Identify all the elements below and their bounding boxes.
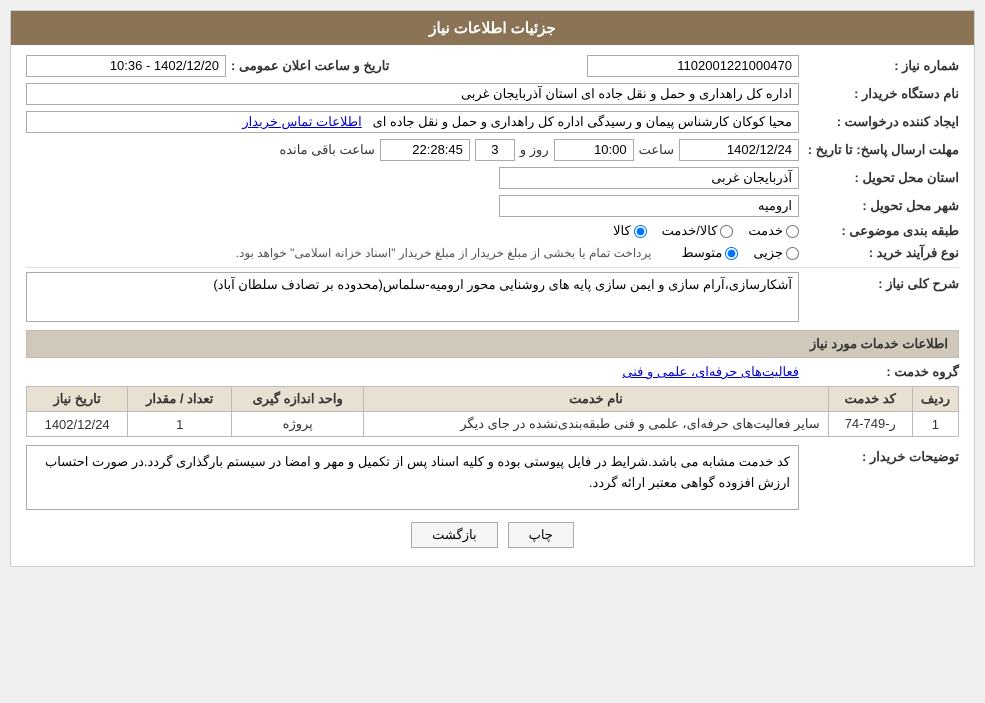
page-header: جزئیات اطلاعات نیاز [11, 11, 974, 45]
page-wrapper: جزئیات اطلاعات نیاز شماره نیاز : 1102001… [0, 0, 985, 703]
col-unit: واحد اندازه گیری [232, 387, 364, 412]
mohlat-saat-value: 10:00 [554, 139, 634, 161]
shomara-niaz-label: شماره نیاز : [799, 58, 959, 74]
mohlat-baqi-label: ساعت باقی مانده [279, 142, 374, 158]
towzih-text: کد خدمت مشابه می باشد.شرایط در فایل پیوس… [45, 454, 790, 490]
farayand-note: پرداخت تمام یا بخشی از مبلغ خریدار از مب… [236, 246, 652, 260]
col-code: کد خدمت [828, 387, 912, 412]
tabaqe-kala-khidmat[interactable]: کالا/خدمت [662, 223, 734, 239]
tabaqe-kala-khidmat-label: کالا/خدمت [662, 223, 718, 239]
ijad-row: ایجاد کننده درخواست : محیا کوکان کارشناس… [26, 111, 959, 133]
cell-tedad: 1 [128, 412, 232, 437]
shomara-niaz-value: 1102001221000470 [587, 55, 799, 77]
tabaqe-radio-kala-khidmat[interactable] [720, 225, 733, 238]
mohlat-saat-label: ساعت [639, 142, 674, 158]
farayand-label: نوع فرآیند خرید : [799, 245, 959, 261]
farayand-motavasset-label: متوسط [681, 245, 722, 261]
goroh-label: گروه خدمت : [799, 364, 959, 380]
col-tedad: تعداد / مقدار [128, 387, 232, 412]
section2-header: اطلاعات خدمات مورد نیاز [26, 330, 959, 358]
shahr-label: شهر محل تحویل : [799, 198, 959, 214]
cell-radif: 1 [912, 412, 958, 437]
tabaqe-radio-khidmat[interactable] [786, 225, 799, 238]
tarikh-value: 1402/12/20 - 10:36 [26, 55, 226, 77]
tabaqe-kala[interactable]: کالا [613, 223, 647, 239]
nam-dastgah-row: نام دستگاه خریدار : اداره کل راهداری و ح… [26, 83, 959, 105]
farayand-jozii-label: جزیی [753, 245, 783, 261]
main-container: جزئیات اطلاعات نیاز شماره نیاز : 1102001… [10, 10, 975, 567]
towzih-label: توضیحات خریدار : [799, 445, 959, 465]
ijad-label: ایجاد کننده درخواست : [799, 114, 959, 130]
sharh-text: آشکارسازی،آرام سازی و ایمن سازی پایه های… [213, 277, 792, 292]
farayand-radio-jozii[interactable] [786, 247, 799, 260]
goroh-value[interactable]: فعالیت‌های حرفه‌ای، علمی و فنی [622, 364, 799, 380]
ijad-text: محیا کوکان کارشناس پیمان و رسیدگی اداره … [373, 114, 792, 129]
tabaqe-label: طبقه بندی موضوعی : [799, 223, 959, 239]
back-button[interactable]: بازگشت [411, 522, 497, 548]
cell-unit: پروژه [232, 412, 364, 437]
divider1 [26, 267, 959, 268]
mohlat-date: 1402/12/24 [679, 139, 799, 161]
ostan-value: آذربایجان غربی [499, 167, 799, 189]
ostan-row: استان محل تحویل : آذربایجان غربی [26, 167, 959, 189]
ostan-label: استان محل تحویل : [799, 170, 959, 186]
farayand-row: نوع فرآیند خرید : جزیی متوسط پرداخت تمام… [26, 245, 959, 261]
content-area: شماره نیاز : 1102001221000470 تاریخ و سا… [11, 45, 974, 566]
farayand-radio-motavasset[interactable] [725, 247, 738, 260]
header-title: جزئیات اطلاعات نیاز [429, 20, 556, 37]
sharh-label: شرح کلی نیاز : [799, 272, 959, 292]
shomara-tarikh-row: شماره نیاز : 1102001221000470 تاریخ و سا… [26, 55, 959, 77]
col-name: نام خدمت [364, 387, 828, 412]
mohlat-label: مهلت ارسال پاسخ: تا تاریخ : [799, 142, 959, 158]
towzih-row: توضیحات خریدار : کد خدمت مشابه می باشد.ش… [26, 445, 959, 510]
ijad-value: محیا کوکان کارشناس پیمان و رسیدگی اداره … [26, 111, 799, 133]
tabaqe-khidmat[interactable]: خدمت [748, 223, 799, 239]
col-tarikh: تاریخ نیاز [27, 387, 128, 412]
col-radif: ردیف [912, 387, 958, 412]
cell-tarikh: 1402/12/24 [27, 412, 128, 437]
tabaqe-radio-kala[interactable] [634, 225, 647, 238]
goroh-row: گروه خدمت : فعالیت‌های حرفه‌ای، علمی و ف… [26, 364, 959, 380]
ijad-link[interactable]: اطلاعات تماس خریدار [242, 114, 361, 129]
nam-dastgah-value: اداره کل راهداری و حمل و نقل جاده ای است… [26, 83, 799, 105]
tabaqe-khidmat-label: خدمت [748, 223, 783, 239]
tabaqe-kala-label: کالا [613, 223, 631, 239]
cell-code: ر-749-74 [828, 412, 912, 437]
tarikh-label: تاریخ و ساعت اعلان عمومی : [226, 58, 389, 74]
buttons-row: چاپ بازگشت [26, 522, 959, 548]
farayand-motavasset[interactable]: متوسط [681, 245, 738, 261]
nam-dastgah-label: نام دستگاه خریدار : [799, 86, 959, 102]
section2-title: اطلاعات خدمات مورد نیاز [810, 336, 948, 351]
farayand-jozii[interactable]: جزیی [753, 245, 799, 261]
mohlat-baqi-value: 22:28:45 [380, 139, 470, 161]
sharh-value: آشکارسازی،آرام سازی و ایمن سازی پایه های… [26, 272, 799, 322]
shahr-value: ارومیه [499, 195, 799, 217]
towzih-value: کد خدمت مشابه می باشد.شرایط در فایل پیوس… [26, 445, 799, 510]
tabaqe-row: طبقه بندی موضوعی : خدمت کالا/خدمت کالا [26, 223, 959, 239]
mohlat-roz-label: روز و [520, 142, 549, 158]
sharh-row: شرح کلی نیاز : آشکارسازی،آرام سازی و ایم… [26, 272, 959, 322]
services-table: ردیف کد خدمت نام خدمت واحد اندازه گیری ت… [26, 386, 959, 437]
shahr-row: شهر محل تحویل : ارومیه [26, 195, 959, 217]
table-row: 1 ر-749-74 سایر فعالیت‌های حرفه‌ای، علمی… [27, 412, 959, 437]
print-button[interactable]: چاپ [508, 522, 574, 548]
cell-name: سایر فعالیت‌های حرفه‌ای، علمی و فنی طبقه… [364, 412, 828, 437]
mohlat-roz-value: 3 [475, 139, 515, 161]
mohlat-row: مهلت ارسال پاسخ: تا تاریخ : 1402/12/24 س… [26, 139, 959, 161]
